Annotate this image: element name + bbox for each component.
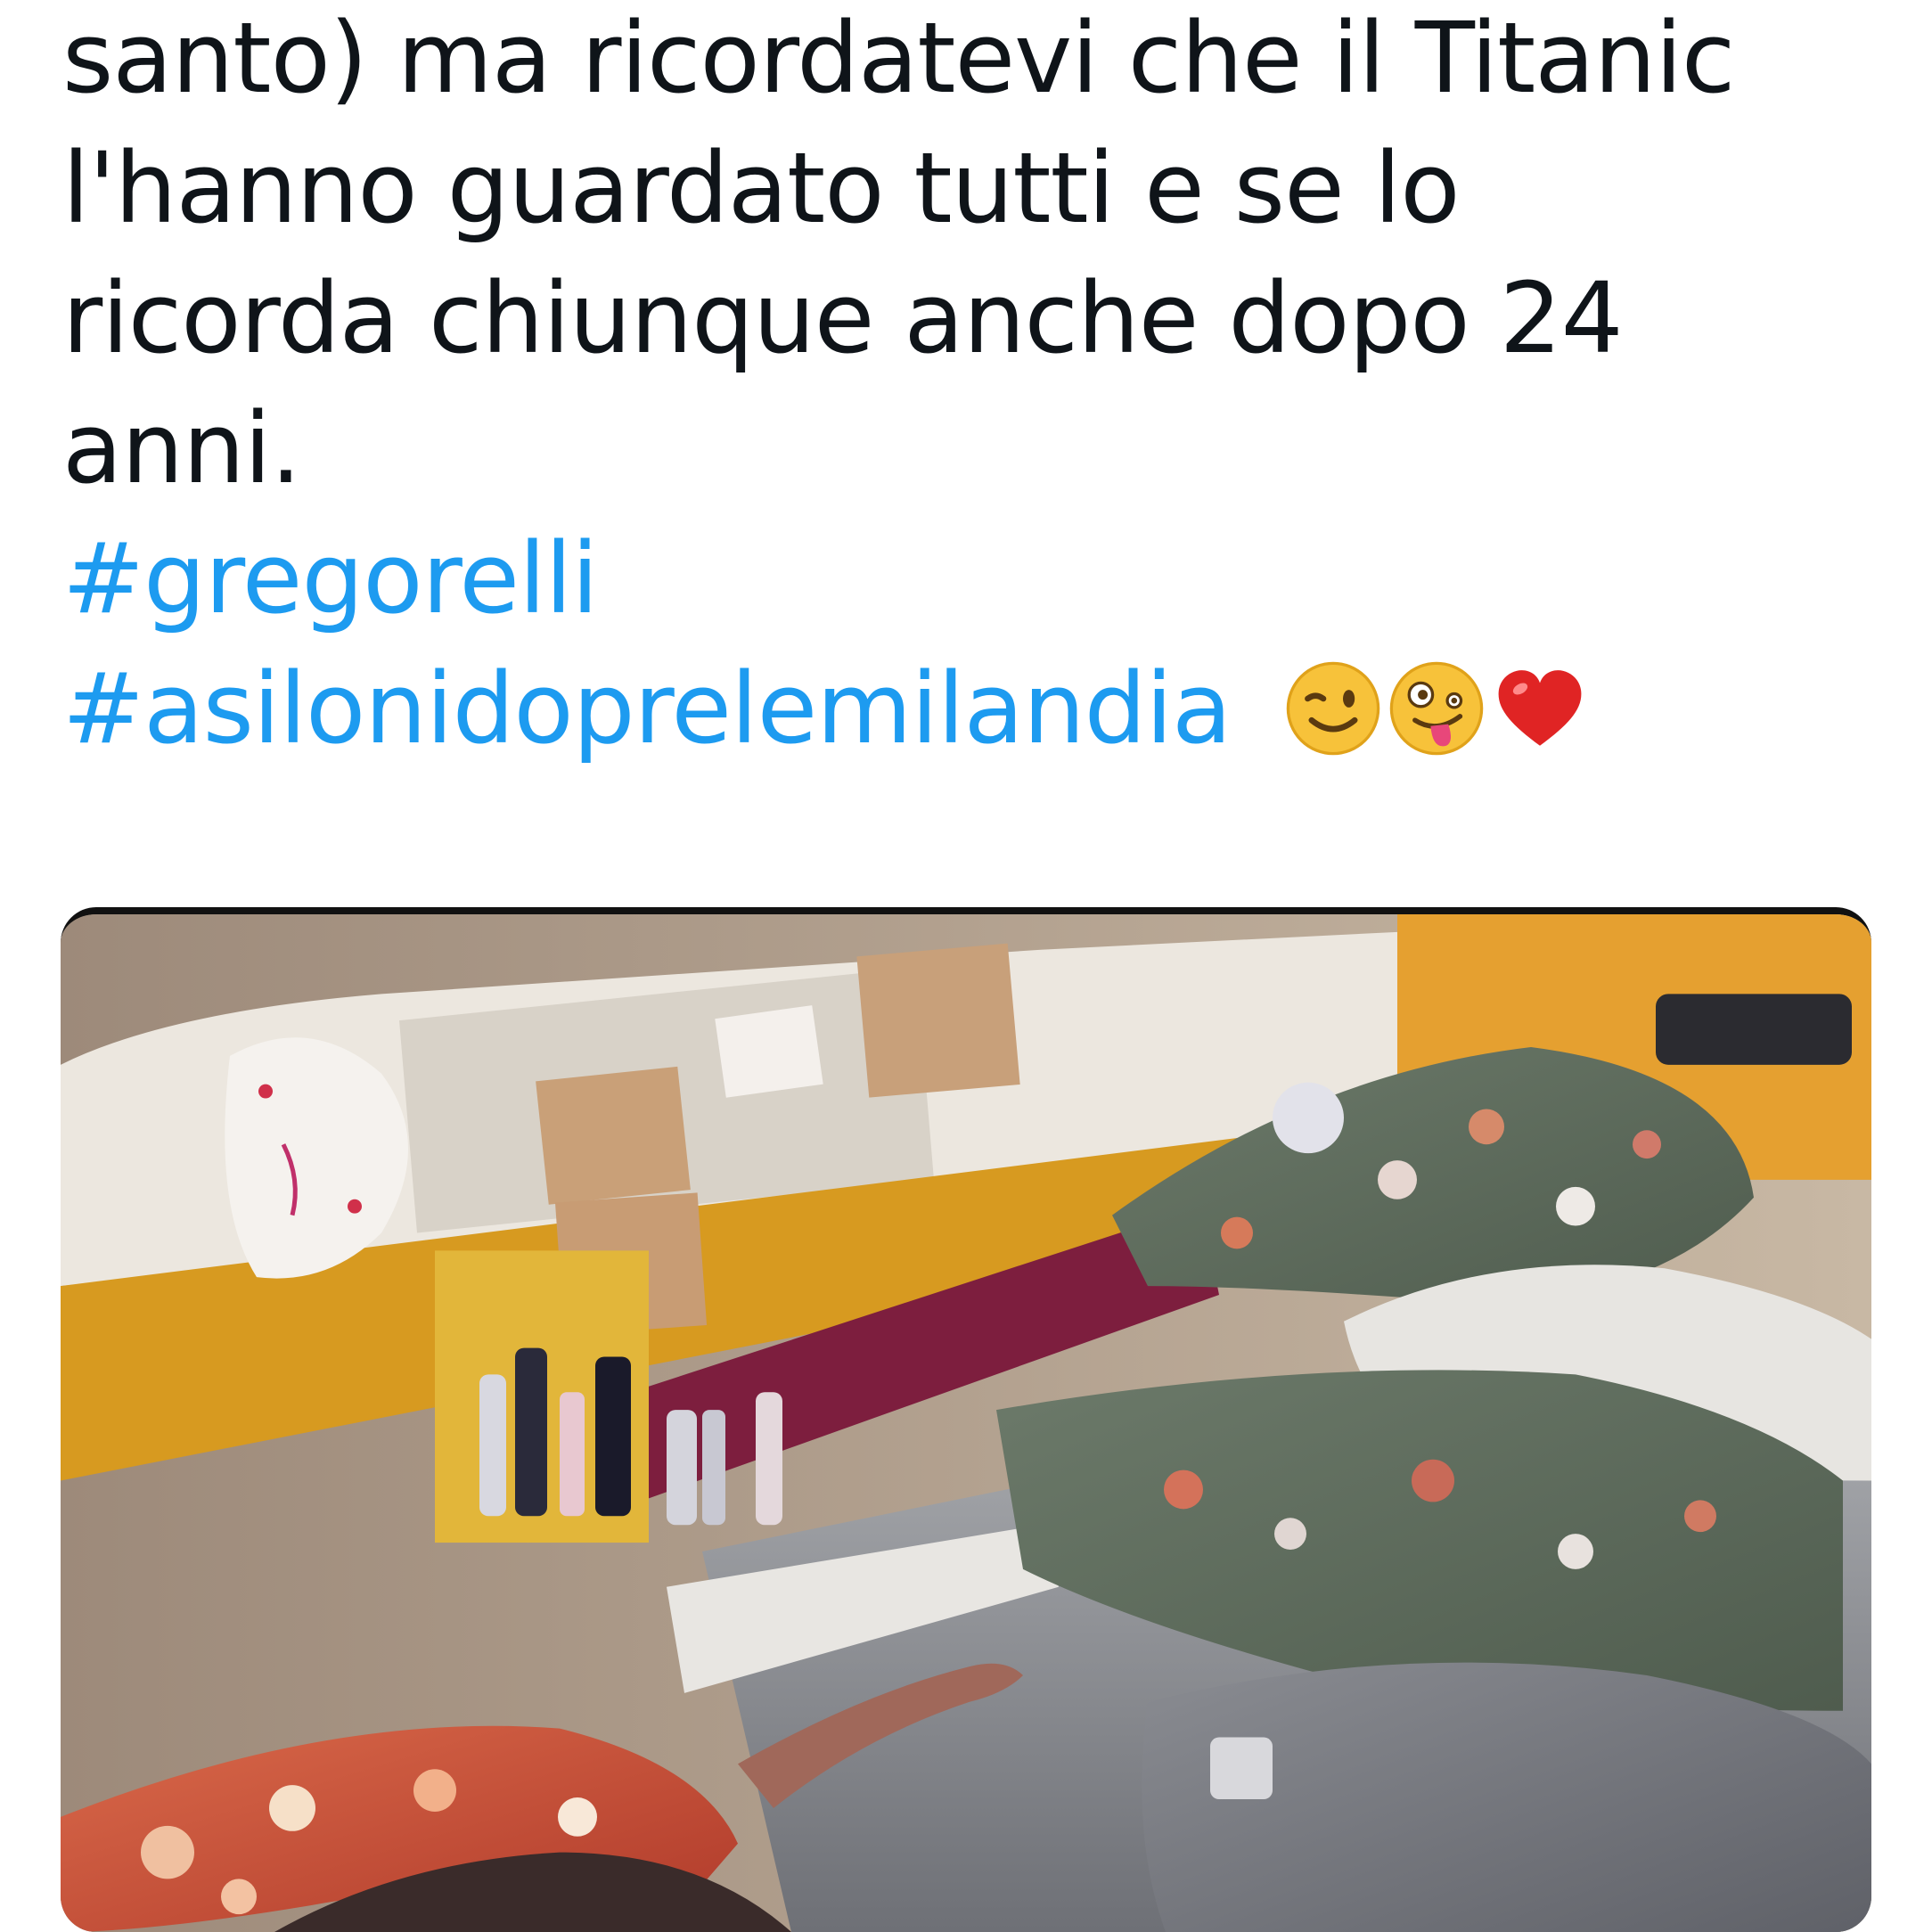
winking-face-emoji-icon <box>1287 661 1380 755</box>
tweet-text-line-1: santo) ma ricordatevi che il Titanic <box>62 1 1735 115</box>
hashtag-asilonidoprelemilandia-link[interactable]: #asilonidoprelemilandia <box>62 651 1232 765</box>
tweet-text-line-4: anni. <box>62 391 301 505</box>
hashtag-line-1: #gregorelli <box>62 513 1880 643</box>
hashtag-gregorelli-link[interactable]: #gregorelli <box>62 521 599 635</box>
tweet-body: santo) ma ricordatevi che il Titanic l'h… <box>62 0 1880 774</box>
emoji-group <box>1284 659 1589 757</box>
zany-face-emoji-icon <box>1390 661 1484 755</box>
tweet-text-line-2: l'hanno guardato tutti e se lo <box>62 131 1461 245</box>
tweet-media-image[interactable] <box>61 907 1871 1932</box>
bedroom-photo-icon <box>61 914 1871 1932</box>
red-heart-emoji-icon <box>1499 669 1582 746</box>
hashtag-line-2: #asilonidoprelemilandia <box>62 643 1880 774</box>
tweet-text-line-3: ricorda chiunque anche dopo 24 <box>62 261 1624 375</box>
